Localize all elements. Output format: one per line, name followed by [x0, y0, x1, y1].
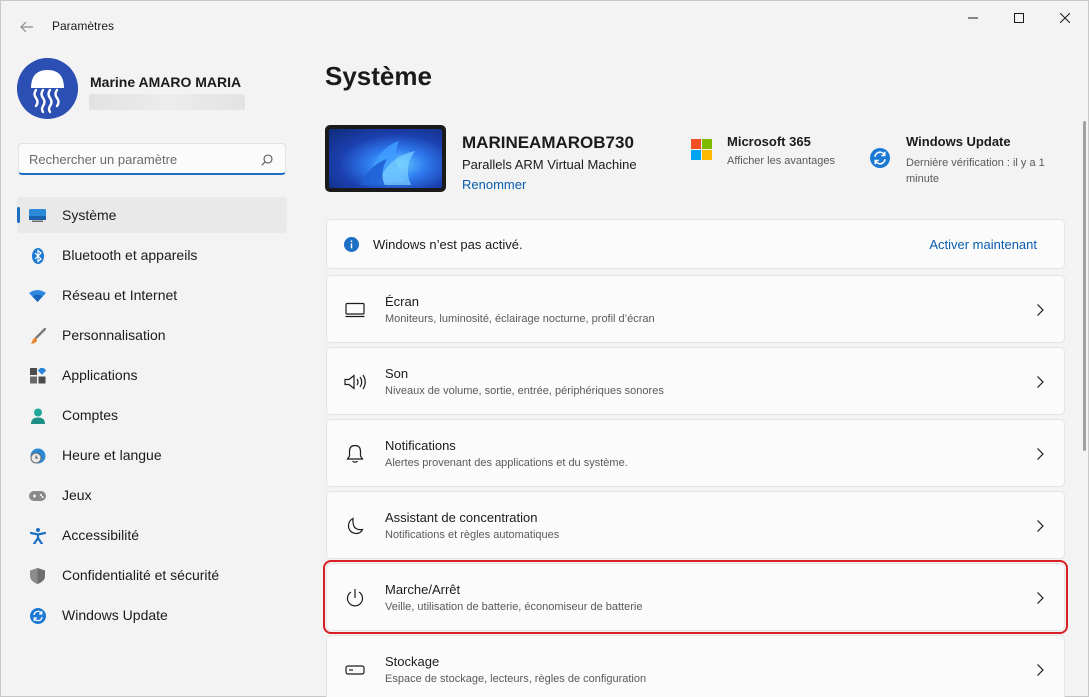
settings-card-assistant-concentration[interactable]: Assistant de concentration Notifications…: [326, 491, 1065, 559]
close-icon[interactable]: [1042, 1, 1088, 35]
sidebar-item-accessibilite[interactable]: Accessibilité: [17, 517, 287, 553]
monitor-icon: [344, 299, 366, 321]
update-icon: [29, 607, 46, 624]
microsoft-365-subtitle: Afficher les avantages: [727, 155, 836, 167]
activation-banner: Windows n’est pas activé. Activer mainte…: [326, 219, 1065, 269]
sidebar-item-systeme[interactable]: Système: [17, 197, 287, 233]
microsoft-365-icon[interactable]: [691, 139, 712, 160]
windows-update-subtitle: Dernière vérification : il y a 1 minute: [906, 157, 1045, 185]
sidebar-item-comptes[interactable]: Comptes: [17, 397, 287, 433]
wifi-icon: [29, 287, 46, 304]
card-title: Notifications: [385, 438, 456, 453]
maximize-icon[interactable]: [996, 1, 1042, 35]
profile-name: Marine AMARO MARIA: [90, 74, 242, 90]
back-arrow-icon[interactable]: [15, 15, 39, 39]
search-box[interactable]: [18, 143, 286, 175]
activation-message: Windows n’est pas activé.: [373, 237, 523, 252]
bluetooth-icon: [29, 247, 46, 264]
card-subtitle: Notifications et règles automatiques: [385, 529, 560, 541]
card-title: Assistant de concentration: [385, 510, 538, 525]
chevron-right-icon: [1034, 375, 1046, 389]
title-bar: Paramètres: [1, 1, 1088, 51]
user-profile[interactable]: Marine AMARO MARIA: [17, 58, 287, 120]
profile-email-redacted: [89, 94, 245, 110]
activate-now-link[interactable]: Activer maintenant: [929, 237, 1037, 252]
card-subtitle: Niveaux de volume, sortie, entrée, périp…: [385, 385, 664, 397]
power-icon: [344, 587, 366, 609]
sidebar-item-label: Applications: [62, 367, 138, 383]
accessibility-icon: [29, 527, 46, 544]
chevron-right-icon: [1034, 591, 1046, 605]
sidebar-item-jeux[interactable]: Jeux: [17, 477, 287, 513]
device-thumbnail: [325, 125, 446, 192]
card-title: Marche/Arrêt: [385, 582, 461, 597]
sidebar-item-windows-update[interactable]: Windows Update: [17, 597, 287, 633]
microsoft-365-title[interactable]: Microsoft 365: [727, 134, 811, 149]
avatar: [17, 58, 78, 119]
sidebar-item-reseau[interactable]: Réseau et Internet: [17, 277, 287, 313]
wallpaper-image: [329, 129, 442, 188]
card-title: Stockage: [385, 654, 440, 669]
app-title: Paramètres: [52, 19, 115, 33]
card-subtitle: Alertes provenant des applications et du…: [385, 457, 628, 469]
sidebar-nav: Système Bluetooth et appareils Réseau et…: [17, 197, 287, 637]
sidebar-item-label: Système: [62, 207, 117, 223]
sidebar-item-label: Confidentialité et sécurité: [62, 567, 220, 583]
chevron-right-icon: [1034, 519, 1046, 533]
sidebar-item-heure-langue[interactable]: Heure et langue: [17, 437, 287, 473]
chevron-right-icon: [1034, 663, 1046, 677]
device-name: MARINEAMAROB730: [462, 133, 634, 152]
apps-icon: [29, 367, 46, 384]
search-icon[interactable]: [261, 153, 273, 169]
sidebar-item-label: Windows Update: [62, 607, 168, 623]
speaker-icon: [344, 371, 366, 393]
settings-card-stockage[interactable]: Stockage Espace de stockage, lecteurs, r…: [326, 635, 1065, 697]
moon-icon: [344, 515, 366, 537]
sidebar-item-label: Réseau et Internet: [62, 287, 178, 303]
brush-icon: [29, 327, 46, 344]
rename-link[interactable]: Renommer: [462, 177, 526, 192]
display-icon: [29, 207, 46, 224]
sidebar-item-label: Bluetooth et appareils: [62, 247, 198, 263]
card-subtitle: Veille, utilisation de batterie, économi…: [385, 601, 643, 613]
settings-card-ecran[interactable]: Écran Moniteurs, luminosité, éclairage n…: [326, 275, 1065, 343]
card-subtitle: Espace de stockage, lecteurs, règles de …: [385, 673, 647, 685]
sidebar-item-label: Personnalisation: [62, 327, 166, 343]
windows-update-title[interactable]: Windows Update: [906, 134, 1011, 149]
card-title: Écran: [385, 294, 419, 309]
sidebar-item-applications[interactable]: Applications: [17, 357, 287, 393]
settings-card-marche-arret[interactable]: Marche/Arrêt Veille, utilisation de batt…: [323, 560, 1068, 634]
scrollbar[interactable]: [1083, 121, 1086, 451]
card-title: Son: [385, 366, 409, 381]
search-input[interactable]: [29, 150, 249, 168]
sidebar-item-personnalisation[interactable]: Personnalisation: [17, 317, 287, 353]
sidebar-item-label: Jeux: [62, 487, 92, 503]
sidebar-item-label: Accessibilité: [62, 527, 140, 543]
globe-clock-icon: [29, 447, 46, 464]
sidebar-item-label: Comptes: [62, 407, 119, 423]
info-icon: [344, 237, 359, 252]
card-subtitle: Moniteurs, luminosité, éclairage nocturn…: [385, 313, 655, 325]
settings-window: Paramètres Marine AMARO MARIA Rechercher…: [0, 0, 1089, 697]
minimize-icon[interactable]: [950, 1, 996, 35]
windows-update-icon[interactable]: [870, 148, 890, 168]
sidebar-item-label: Heure et langue: [62, 447, 162, 463]
chevron-right-icon: [1034, 447, 1046, 461]
settings-card-son[interactable]: Son Niveaux de volume, sortie, entrée, p…: [326, 347, 1065, 415]
page-title: Système: [325, 61, 432, 91]
settings-card-notifications[interactable]: Notifications Alertes provenant des appl…: [326, 419, 1065, 487]
bell-icon: [344, 443, 366, 465]
person-icon: [29, 407, 46, 424]
storage-icon: [344, 659, 366, 681]
sidebar-item-confidentialite[interactable]: Confidentialité et sécurité: [17, 557, 287, 593]
chevron-right-icon: [1034, 303, 1046, 317]
device-model: Parallels ARM Virtual Machine: [462, 157, 637, 172]
sidebar-item-bluetooth[interactable]: Bluetooth et appareils: [17, 237, 287, 273]
shield-icon: [29, 567, 46, 584]
gamepad-icon: [29, 487, 46, 504]
